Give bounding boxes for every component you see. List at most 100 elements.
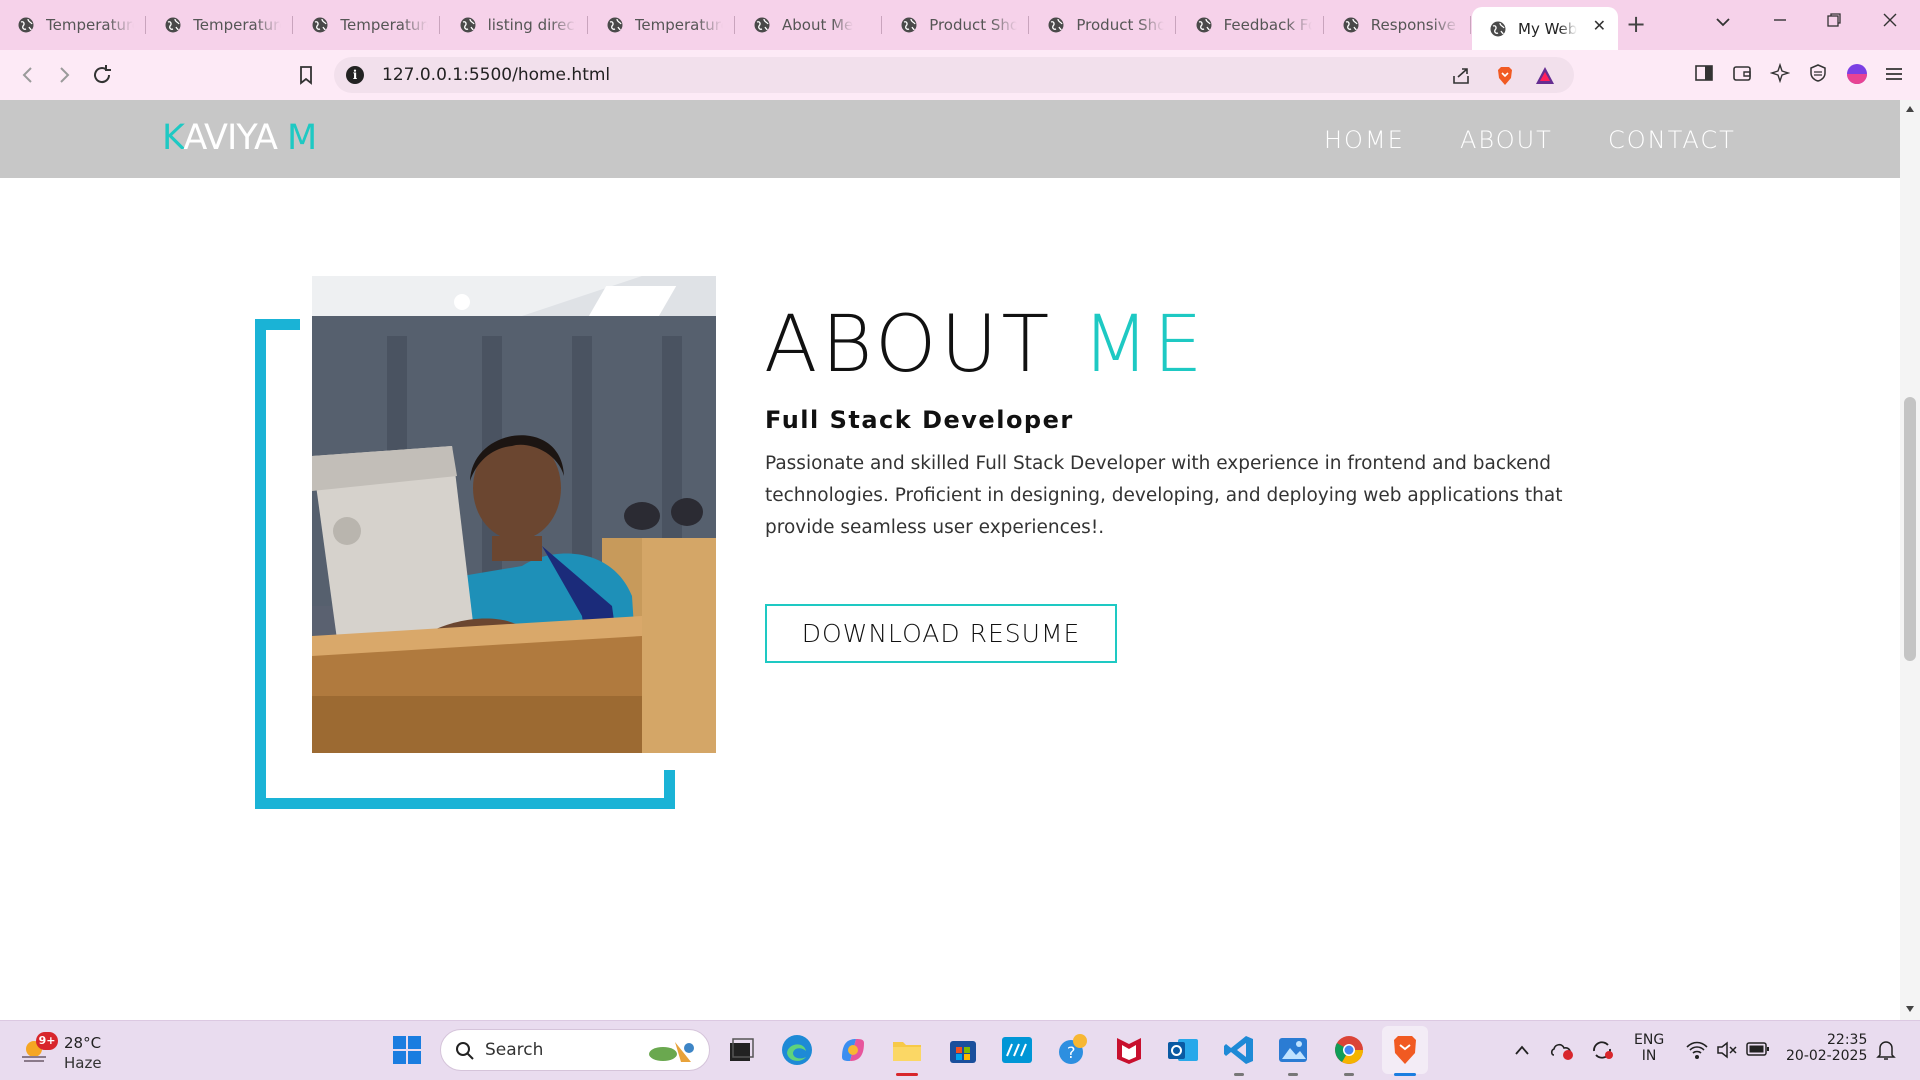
- vscode-icon[interactable]: [1222, 1033, 1256, 1067]
- file-explorer-icon[interactable]: [890, 1033, 924, 1067]
- sync-icon[interactable]: [1590, 1039, 1614, 1061]
- taskbar-search[interactable]: Search: [440, 1029, 710, 1071]
- tab-separator: [1175, 16, 1177, 34]
- tab-label: Temperature: [340, 16, 429, 34]
- language-region: IN: [1641, 1048, 1657, 1064]
- address-bar[interactable]: i 127.0.0.1:5500/home.html: [334, 57, 1574, 93]
- search-label: Search: [485, 1040, 544, 1060]
- sidebar-icon[interactable]: [1694, 63, 1714, 83]
- tab-label: Temperature: [634, 16, 723, 34]
- vpn-shield-icon[interactable]: [1808, 63, 1828, 83]
- clock-time: 22:35: [1827, 1032, 1868, 1048]
- get-help-icon[interactable]: ?: [1056, 1033, 1090, 1067]
- language-indicator[interactable]: ENG IN: [1634, 1032, 1664, 1064]
- brave-shields-icon[interactable]: [1494, 65, 1516, 87]
- logo-last-letter: M: [287, 118, 317, 158]
- menu-icon[interactable]: [1884, 64, 1904, 84]
- wallet-icon[interactable]: [1732, 63, 1752, 83]
- tab-close-icon[interactable]: ✕: [1593, 16, 1606, 35]
- scroll-up-icon[interactable]: [1906, 106, 1914, 112]
- globe-icon: [1343, 17, 1359, 33]
- windows-start-icon[interactable]: [390, 1033, 424, 1067]
- minimize-icon[interactable]: [1772, 12, 1788, 28]
- wifi-icon[interactable]: [1686, 1040, 1708, 1060]
- forward-icon[interactable]: [52, 63, 76, 87]
- tab[interactable]: Temperature: [294, 7, 441, 43]
- nav-about[interactable]: ABOUT: [1460, 126, 1553, 154]
- brave-rewards-icon[interactable]: [1534, 65, 1556, 87]
- tab-active[interactable]: My Web ✕: [1472, 7, 1618, 50]
- tab-separator: [439, 16, 441, 34]
- globe-icon: [607, 17, 623, 33]
- brave-icon[interactable]: [1388, 1033, 1422, 1067]
- url-text[interactable]: 127.0.0.1:5500/home.html: [382, 65, 610, 85]
- bookmark-icon[interactable]: [294, 63, 318, 87]
- scrollbar-thumb[interactable]: [1904, 397, 1916, 661]
- onedrive-error-icon[interactable]: [1550, 1039, 1574, 1061]
- chevron-up-icon[interactable]: [1514, 1043, 1530, 1057]
- tab[interactable]: Feedback Fo: [1178, 7, 1324, 43]
- back-icon[interactable]: [16, 63, 40, 87]
- reload-icon[interactable]: [90, 63, 114, 87]
- globe-icon: [1048, 17, 1064, 33]
- photos-icon[interactable]: [1276, 1033, 1310, 1067]
- new-tab-button[interactable]: +: [1626, 10, 1646, 38]
- profile-avatar-icon[interactable]: [1846, 63, 1868, 85]
- chrome-icon[interactable]: [1332, 1033, 1366, 1067]
- scroll-down-icon[interactable]: [1906, 1006, 1914, 1012]
- outlook-icon[interactable]: [1166, 1033, 1200, 1067]
- about-title-main: ABOUT: [764, 300, 1054, 390]
- clock[interactable]: 22:35 20-02-2025: [1786, 1032, 1867, 1064]
- tab[interactable]: Responsive E: [1325, 7, 1471, 43]
- nav-contact[interactable]: CONTACT: [1608, 126, 1736, 154]
- tab[interactable]: Product Show: [883, 7, 1030, 43]
- close-window-icon[interactable]: [1882, 12, 1898, 28]
- globe-icon: [754, 17, 770, 33]
- battery-icon[interactable]: [1746, 1041, 1770, 1057]
- tab-separator: [1028, 16, 1030, 34]
- browser-toolbar: i 127.0.0.1:5500/home.html: [0, 50, 1920, 100]
- about-subtitle: Full Stack Developer: [765, 406, 1074, 434]
- language-code: ENG: [1634, 1032, 1665, 1048]
- tab-separator: [1322, 16, 1324, 34]
- tab[interactable]: Temperature: [147, 7, 294, 43]
- tab[interactable]: Temperature: [589, 7, 735, 43]
- share-icon[interactable]: [1450, 65, 1472, 87]
- profile-photo: [312, 276, 716, 753]
- tab-label: About Me: [782, 16, 854, 34]
- mcafee-icon[interactable]: [1112, 1033, 1146, 1067]
- search-icon: [456, 1042, 474, 1060]
- leo-ai-icon[interactable]: [1770, 63, 1790, 83]
- tab-search-chevron-icon[interactable]: [1715, 14, 1731, 30]
- myhp-icon[interactable]: [1000, 1033, 1034, 1067]
- vscode-indicator: [1234, 1073, 1244, 1076]
- tab[interactable]: About Me: [736, 7, 882, 43]
- notification-bell-icon[interactable]: [1876, 1039, 1896, 1061]
- task-view-icon[interactable]: [724, 1033, 758, 1067]
- download-resume-button[interactable]: DOWNLOAD RESUME: [765, 604, 1117, 663]
- tab[interactable]: Product Show: [1030, 7, 1177, 43]
- page-viewport: KAVIYA M HOME ABOUT CONTACT ABOUT ME Ful…: [0, 100, 1900, 1020]
- restore-icon[interactable]: [1826, 12, 1842, 28]
- tab-separator: [733, 16, 735, 34]
- microsoft-store-icon[interactable]: [946, 1033, 980, 1067]
- tab[interactable]: Temperature: [0, 7, 146, 43]
- copilot-icon[interactable]: [836, 1033, 870, 1067]
- globe-icon: [460, 17, 476, 33]
- globe-icon: [1196, 17, 1212, 33]
- tab-label: Temperature: [193, 16, 282, 34]
- tab-label: Feedback Fo: [1223, 16, 1312, 34]
- nav-home[interactable]: HOME: [1324, 126, 1405, 154]
- tab-separator: [292, 16, 294, 34]
- volume-muted-icon[interactable]: [1716, 1040, 1738, 1060]
- tab[interactable]: listing directo: [442, 7, 588, 43]
- windows-taskbar: 9+ 28°C Haze Search ? ENG IN 22:35 20-02…: [0, 1020, 1920, 1080]
- weather-condition: Haze: [64, 1054, 102, 1072]
- svg-text:?: ?: [1067, 1043, 1076, 1062]
- globe-icon: [1490, 21, 1506, 36]
- site-info-icon[interactable]: i: [346, 66, 364, 84]
- site-logo[interactable]: KAVIYA M: [162, 118, 317, 158]
- edge-icon[interactable]: [780, 1033, 814, 1067]
- logo-middle: AVIYA: [183, 118, 288, 158]
- page-scrollbar[interactable]: [1900, 100, 1920, 1020]
